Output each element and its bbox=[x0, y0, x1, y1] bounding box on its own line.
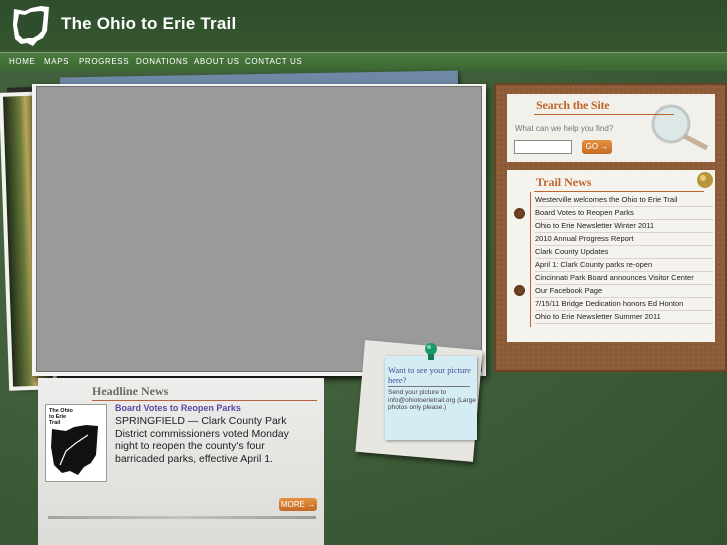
more-button-label: MORE bbox=[280, 500, 305, 509]
pushpin-icon bbox=[697, 172, 713, 188]
trail-news-item[interactable]: 7/15/11 Bridge Dedication honors Ed Hont… bbox=[535, 298, 713, 311]
headline-thumbnail-text: The Ohio to Erie Trail bbox=[49, 408, 73, 426]
site-header: The Ohio to Erie Trail bbox=[0, 0, 727, 52]
search-input[interactable] bbox=[514, 140, 572, 154]
trail-news-title: Trail News bbox=[536, 175, 592, 189]
more-button[interactable]: MORE → bbox=[279, 498, 317, 511]
note-divider bbox=[388, 386, 470, 387]
nav-home[interactable]: HOME bbox=[9, 57, 35, 66]
nav-about-us[interactable]: ABOUT US bbox=[194, 57, 240, 66]
trail-news-item[interactable]: Ohio to Erie Newsletter Winter 2011 bbox=[535, 220, 713, 233]
nav-progress[interactable]: PROGRESS bbox=[79, 57, 129, 66]
pushpin-icon bbox=[425, 343, 437, 360]
headline-news-title: Headline News bbox=[92, 384, 169, 398]
trail-news-item[interactable]: April 1: Clark County parks re-open bbox=[535, 259, 713, 272]
headline-body: SPRINGFIELD — Clark County Park District… bbox=[115, 415, 289, 465]
headline-thumbnail[interactable]: The Ohio to Erie Trail bbox=[45, 404, 107, 482]
notebook-margin-line bbox=[530, 192, 531, 327]
arrow-right-icon: → bbox=[307, 500, 316, 509]
arrow-right-icon: → bbox=[600, 142, 609, 151]
trail-news-item[interactable]: Our Facebook Page bbox=[535, 285, 713, 298]
note-heading: Want to see your picture here? bbox=[388, 365, 471, 385]
trail-news-item[interactable]: Board Votes to Reopen Parks bbox=[535, 207, 713, 220]
headline-bottom-rule bbox=[48, 516, 316, 519]
nav-donations[interactable]: DONATIONS bbox=[136, 57, 188, 66]
site-title[interactable]: The Ohio to Erie Trail bbox=[61, 14, 236, 34]
nav-contact-us[interactable]: CONTACT US bbox=[245, 57, 302, 66]
binder-hole-icon bbox=[514, 285, 525, 296]
search-title-rule bbox=[534, 114, 674, 115]
binder-hole-icon bbox=[514, 208, 525, 219]
headline-divider bbox=[92, 400, 317, 401]
slideshow-image[interactable] bbox=[36, 86, 482, 372]
trail-news-item[interactable]: Clark County Updates bbox=[535, 246, 713, 259]
magnifying-glass-icon bbox=[651, 104, 709, 151]
nav-maps[interactable]: MAPS bbox=[44, 57, 69, 66]
go-button-label: GO bbox=[585, 142, 599, 151]
trail-news-item[interactable]: Ohio to Erie Newsletter Summer 2011 bbox=[535, 311, 713, 324]
trail-news-item[interactable]: 2010 Annual Progress Report bbox=[535, 233, 713, 246]
go-button[interactable]: GO → bbox=[582, 140, 612, 154]
headline-link[interactable]: Board Votes to Reopen Parks bbox=[115, 403, 241, 413]
trail-news-title-rule bbox=[534, 191, 704, 192]
note-body: Send your picture to info@ohiotoerietrai… bbox=[388, 389, 476, 411]
search-title: Search the Site bbox=[536, 98, 610, 112]
ohio-map-logo[interactable] bbox=[11, 5, 51, 47]
main-nav: HOME MAPS PROGRESS DONATIONS ABOUT US CO… bbox=[0, 52, 727, 72]
trail-news-item[interactable]: Westerville welcomes the Ohio to Erie Tr… bbox=[535, 194, 713, 207]
trail-news-item[interactable]: Cincinnati Park Board announces Visitor … bbox=[535, 272, 713, 285]
search-prompt: What can we help you find? bbox=[515, 124, 614, 133]
